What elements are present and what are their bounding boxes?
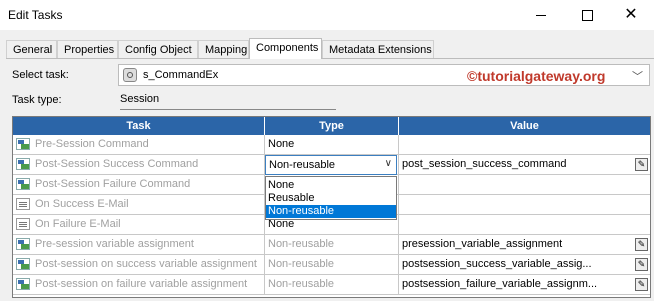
value-cell[interactable]: postsession_success_variable_assig... ✎ <box>399 255 650 275</box>
chevron-down-icon[interactable]: ﹀ <box>632 68 643 84</box>
value-cell[interactable] <box>399 175 650 195</box>
minimize-button[interactable] <box>518 0 564 30</box>
minimize-icon <box>536 14 546 16</box>
task-cell: Post-Session Success Command <box>13 155 265 175</box>
maximize-button[interactable] <box>564 0 610 30</box>
value-cell[interactable] <box>399 215 650 235</box>
task-name: Post-session on success variable assignm… <box>35 258 257 270</box>
value-cell[interactable]: presession_variable_assignment ✎ <box>399 235 650 255</box>
dropdown-option-reusable[interactable]: Reusable <box>266 192 396 205</box>
edit-value-button[interactable]: ✎ <box>635 158 648 171</box>
watermark: ©tutorialgateway.org <box>467 68 606 84</box>
command-icon <box>16 258 30 270</box>
task-cell: Post-session on failure variable assignm… <box>13 275 265 295</box>
edit-value-button[interactable]: ✎ <box>635 258 648 271</box>
task-name: Post-Session Failure Command <box>35 178 191 190</box>
close-icon: ✕ <box>624 6 638 23</box>
value-cell[interactable] <box>399 195 650 215</box>
value-text: presession_variable_assignment <box>402 238 563 250</box>
value-cell[interactable]: post_session_success_command ✎ <box>399 155 650 175</box>
table-row[interactable]: Post-session on failure variable assignm… <box>13 275 650 295</box>
command-icon <box>16 238 30 250</box>
column-header-type[interactable]: Type <box>265 117 399 135</box>
task-cell: Pre-Session Command <box>13 135 265 155</box>
value-text: postsession_failure_variable_assignm... <box>402 278 598 290</box>
dropdown-option-none[interactable]: None <box>266 179 396 192</box>
type-cell[interactable]: Non-reusable <box>265 255 399 275</box>
task-cell: Pre-session variable assignment <box>13 235 265 255</box>
task-type-label: Task type: <box>12 94 62 106</box>
task-name: Post-Session Success Command <box>35 158 199 170</box>
tab-config-object[interactable]: Config Object <box>118 40 198 58</box>
command-icon <box>16 158 30 170</box>
maximize-icon <box>581 9 593 21</box>
type-combobox-value: Non-reusable <box>269 159 336 171</box>
chevron-down-icon[interactable]: ∨ <box>385 158 392 169</box>
column-header-value[interactable]: Value <box>399 117 650 135</box>
select-task-label: Select task: <box>12 69 69 81</box>
value-cell[interactable] <box>399 135 650 155</box>
task-cell: On Success E-Mail <box>13 195 265 215</box>
command-icon <box>16 178 30 190</box>
task-name: Pre-Session Command <box>35 138 149 150</box>
title-bar: Edit Tasks ✕ <box>0 0 654 30</box>
task-name: On Failure E-Mail <box>35 218 121 230</box>
edit-value-button[interactable]: ✎ <box>635 278 648 291</box>
type-combobox[interactable]: Non-reusable ∨ <box>265 155 397 175</box>
email-icon <box>16 218 30 230</box>
select-task-value: s_CommandEx <box>143 69 219 81</box>
task-type-field: Session <box>120 93 336 110</box>
dropdown-option-non-reusable[interactable]: Non-reusable <box>266 205 396 218</box>
task-cell: On Failure E-Mail <box>13 215 265 235</box>
command-icon <box>16 278 30 290</box>
table-row[interactable]: Pre-session variable assignment Non-reus… <box>13 235 650 255</box>
tab-mapping[interactable]: Mapping <box>198 40 249 58</box>
table-row[interactable]: Post-session on success variable assignm… <box>13 255 650 275</box>
session-task-icon <box>123 68 137 82</box>
tab-properties[interactable]: Properties <box>57 40 118 58</box>
type-cell[interactable]: Non-reusable <box>265 275 399 295</box>
table-row[interactable]: Pre-Session Command None <box>13 135 650 155</box>
type-dropdown-list: None Reusable Non-reusable <box>265 176 397 220</box>
tab-metadata-extensions[interactable]: Metadata Extensions <box>322 40 434 58</box>
edit-value-button[interactable]: ✎ <box>635 238 648 251</box>
tab-general[interactable]: General <box>6 40 57 58</box>
select-task-dropdown[interactable]: s_CommandEx ©tutorialgateway.org ﹀ <box>118 64 650 86</box>
close-button[interactable]: ✕ <box>608 0 654 30</box>
tab-components[interactable]: Components <box>249 38 322 59</box>
email-icon <box>16 198 30 210</box>
value-cell[interactable]: postsession_failure_variable_assignm... ✎ <box>399 275 650 295</box>
task-name: On Success E-Mail <box>35 198 129 210</box>
value-text: postsession_success_variable_assig... <box>402 258 592 270</box>
task-name: Post-session on failure variable assignm… <box>35 278 248 290</box>
type-cell[interactable]: Non-reusable <box>265 235 399 255</box>
task-cell: Post-Session Failure Command <box>13 175 265 195</box>
type-cell[interactable]: None <box>265 135 399 155</box>
window-title: Edit Tasks <box>8 8 63 22</box>
value-text: post_session_success_command <box>402 158 567 170</box>
task-type-value: Session <box>120 93 160 105</box>
task-name: Pre-session variable assignment <box>35 238 194 250</box>
task-cell: Post-session on success variable assignm… <box>13 255 265 275</box>
command-icon <box>16 138 30 150</box>
column-header-task[interactable]: Task <box>13 117 265 135</box>
